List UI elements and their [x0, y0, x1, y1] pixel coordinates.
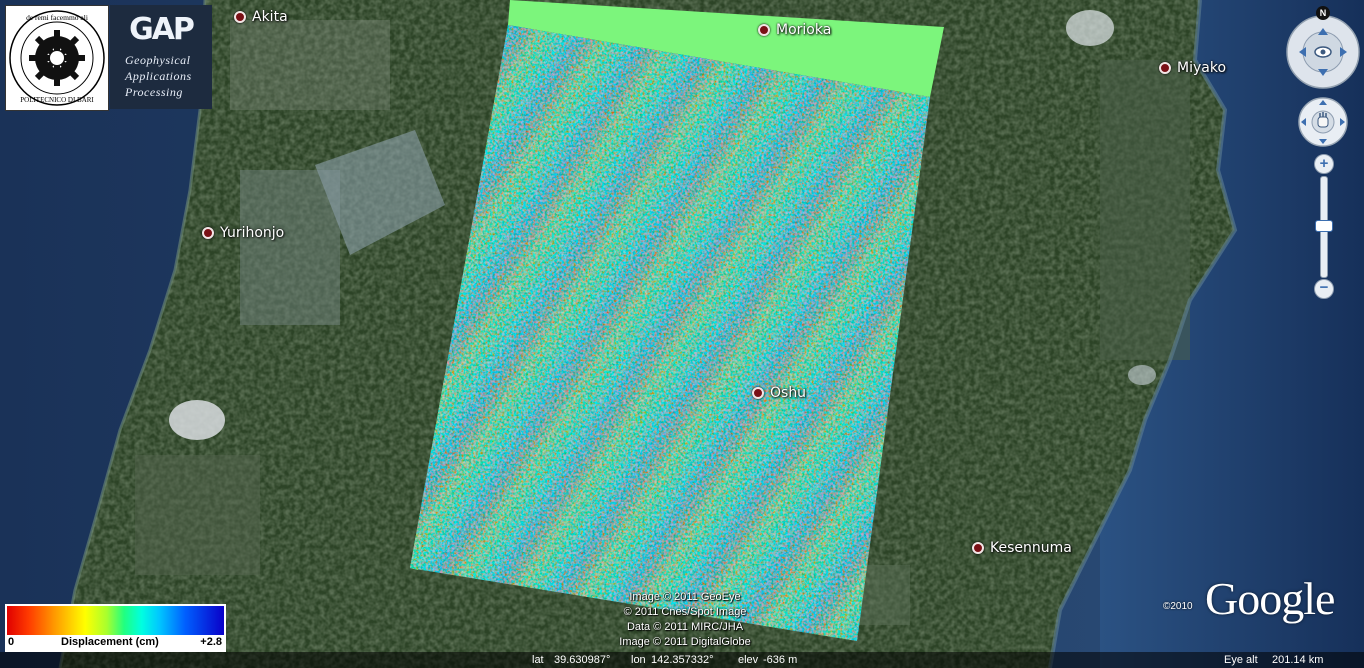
city-label: Morioka: [776, 22, 832, 38]
elev-value: -636 m: [763, 654, 798, 666]
city-label: Akita: [252, 9, 288, 25]
city-marker-miyako[interactable]: Miyako: [1159, 60, 1226, 76]
hand-icon[interactable]: [1317, 112, 1329, 128]
placemark-icon: [1159, 62, 1171, 74]
city-marker-akita[interactable]: Akita: [234, 9, 288, 25]
poliba-seal-icon: de remi facemmo ali POLITECNICO DI BARI: [9, 10, 105, 106]
gap-mark-icon: GAP: [129, 12, 196, 47]
eye-icon[interactable]: [1314, 46, 1332, 58]
poliba-bottom-text: POLITECNICO DI BARI: [20, 96, 94, 104]
lat-value: 39.630987°: [554, 654, 611, 666]
city-label: Oshu: [770, 385, 807, 401]
city-label: Yurihonjo: [220, 225, 285, 241]
google-logo: Google: [1205, 573, 1335, 624]
city-marker-morioka[interactable]: Morioka: [758, 22, 831, 38]
map-view[interactable]: Akita Morioka Miyako Yurihonjo Oshu Kese…: [0, 0, 1364, 668]
imagery-credits: Image © 2011 GeoEye © 2011 Cnes/Spot Ima…: [580, 590, 790, 650]
lon-value: 142.357332°: [651, 654, 714, 666]
legend-max: +2.8: [200, 636, 222, 648]
zoom-out-button[interactable]: −: [1314, 279, 1334, 299]
placemark-icon: [972, 542, 984, 554]
credit-line: Image © 2011 GeoEye: [629, 591, 741, 603]
placemark-icon: [758, 24, 770, 36]
city-marker-kesennuma[interactable]: Kesennuma: [972, 540, 1072, 556]
google-copyright: ©2010: [1163, 601, 1193, 612]
credit-line: Image © 2011 DigitalGlobe: [619, 636, 751, 648]
poliba-arc-text: de remi facemmo ali: [26, 13, 88, 22]
zoom-control[interactable]: + −: [1312, 154, 1334, 300]
elev-label: elev: [738, 654, 759, 666]
zoom-in-button[interactable]: +: [1314, 154, 1334, 174]
placemark-icon: [752, 387, 764, 399]
legend-title: Displacement (cm): [61, 636, 159, 648]
zoom-slider-thumb[interactable]: [1315, 220, 1333, 232]
lat-label: lat: [532, 654, 544, 666]
city-label: Kesennuma: [990, 540, 1072, 556]
north-indicator[interactable]: N: [1316, 6, 1330, 20]
placemark-icon: [202, 227, 214, 239]
city-marker-yurihonjo[interactable]: Yurihonjo: [202, 225, 284, 241]
credit-line: Data © 2011 MIRC/JHA: [626, 621, 744, 633]
city-label: Miyako: [1177, 60, 1227, 76]
eye-alt-value: 201.14 km: [1272, 654, 1324, 666]
status-bar: lat 39.630987° lon 142.357332° elev -636…: [0, 652, 1364, 668]
placemark-icon: [234, 11, 246, 23]
move-control[interactable]: [1297, 96, 1349, 148]
gap-line-2: Applications: [125, 69, 192, 83]
gap-line-1: Geophysical: [125, 53, 191, 67]
legend-min: 0: [8, 636, 15, 648]
gap-line-3: Processing: [125, 85, 183, 99]
credit-line: © 2011 Cnes/Spot Image: [623, 606, 747, 618]
lon-label: lon: [631, 654, 646, 666]
eye-alt-label: Eye alt: [1224, 654, 1258, 666]
displacement-legend: 0 Displacement (cm) +2.8: [5, 604, 226, 652]
city-marker-oshu[interactable]: Oshu: [752, 385, 806, 401]
gap-logo: GAP Geophysical Applications Processing: [110, 5, 212, 109]
look-control[interactable]: N: [1284, 6, 1362, 90]
colorbar: [7, 606, 224, 635]
gap-mark-text: GAP: [129, 12, 194, 47]
poliba-logo: de remi facemmo ali POLITECNICO DI BARI: [5, 5, 109, 111]
